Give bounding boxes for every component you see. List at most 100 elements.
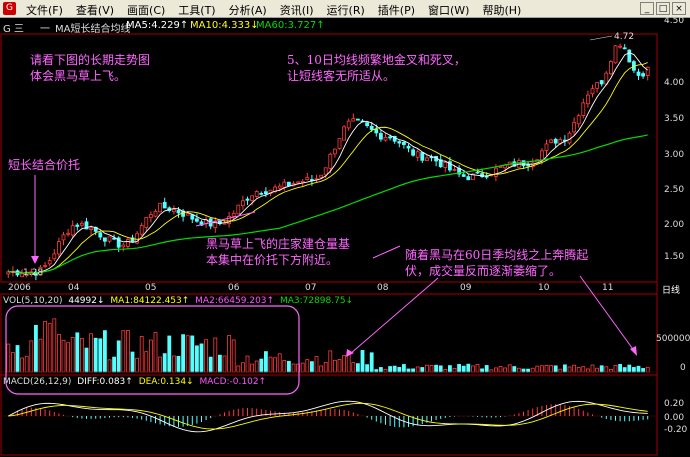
volume-bar bbox=[461, 365, 466, 373]
volume-bar bbox=[121, 330, 126, 373]
candle-body bbox=[121, 244, 126, 248]
volume-indicator-name[interactable]: VOL(5,10,20) bbox=[3, 296, 62, 306]
volume-bar bbox=[24, 355, 29, 373]
volume-bar bbox=[544, 364, 549, 373]
volume-bar bbox=[457, 364, 462, 373]
candle-body bbox=[190, 214, 195, 220]
volume-bar bbox=[194, 345, 199, 373]
candle-body bbox=[61, 234, 66, 241]
candle-body bbox=[595, 82, 599, 89]
candle-body bbox=[158, 202, 163, 213]
candle-body bbox=[411, 149, 416, 156]
volume-bar bbox=[66, 342, 70, 373]
candle-body bbox=[47, 260, 52, 265]
volume-bar bbox=[604, 366, 609, 373]
candle-body bbox=[540, 150, 544, 161]
volume-bar bbox=[34, 324, 38, 373]
volume-header: VOL(5,10,20) 44992↓ MA1:84122.453↑ MA2:6… bbox=[3, 296, 356, 306]
annotation-price-support: 短长结合价托 bbox=[8, 157, 80, 173]
macd-indicator-name[interactable]: MACD(26,12,9) bbox=[3, 377, 71, 387]
volume-bar bbox=[484, 365, 489, 373]
annotation-line: 黑马草上飞的庄家建仓量基 bbox=[206, 237, 351, 251]
candle-body bbox=[443, 162, 448, 168]
annotation-line: 5、10日均线频繁地金叉和死叉， bbox=[287, 53, 466, 67]
annotation-ma-cross: 5、10日均线频繁地金叉和死叉， 让短线客无所适从。 bbox=[287, 52, 466, 84]
volume-bar bbox=[572, 364, 576, 373]
macd-tick-label: -0.20 bbox=[664, 425, 688, 435]
candle-body bbox=[618, 45, 622, 48]
volume-bar bbox=[309, 361, 314, 373]
volume-bar bbox=[627, 364, 632, 373]
volume-bar bbox=[424, 364, 429, 373]
candle-body bbox=[148, 214, 153, 218]
volume-bar bbox=[369, 352, 374, 373]
volume-bar bbox=[217, 354, 222, 373]
volume-bar bbox=[517, 367, 521, 373]
volume-bar bbox=[549, 365, 553, 373]
candle-body bbox=[346, 120, 351, 129]
volume-bar bbox=[263, 351, 268, 373]
volume-bar bbox=[337, 359, 342, 373]
volume-bar bbox=[314, 356, 319, 373]
date-label: 10 bbox=[538, 283, 550, 293]
volume-bar bbox=[581, 366, 586, 373]
candle-body bbox=[282, 181, 287, 188]
volume-bar bbox=[139, 336, 144, 373]
annotation-line: 体会黑马草上飞。 bbox=[30, 69, 127, 83]
annotation-line: 请看下图的长期走势图 bbox=[30, 53, 151, 67]
volume-bar bbox=[397, 367, 402, 373]
candle-body bbox=[576, 115, 581, 125]
volume-bar bbox=[622, 367, 627, 373]
candle-body bbox=[139, 225, 144, 235]
volume-bar bbox=[599, 365, 604, 373]
volume-bar bbox=[323, 361, 328, 373]
volume-bar bbox=[291, 363, 296, 373]
candle-body bbox=[153, 210, 158, 217]
candle-body bbox=[641, 73, 645, 77]
volume-bar bbox=[342, 355, 347, 373]
candle-body bbox=[323, 167, 328, 176]
volume-bar bbox=[609, 369, 613, 373]
candle-body bbox=[378, 133, 383, 140]
volume-bar bbox=[590, 364, 595, 373]
volume-bar bbox=[185, 335, 190, 373]
price-tick-label: 1.50 bbox=[664, 252, 685, 262]
candle-body bbox=[572, 122, 576, 133]
volume-bar bbox=[447, 365, 452, 373]
candle-body bbox=[521, 160, 526, 167]
high-marker bbox=[589, 35, 613, 41]
volume-bar bbox=[52, 318, 57, 373]
candle-body bbox=[369, 125, 374, 130]
volume-bar bbox=[259, 358, 264, 373]
candle-body bbox=[374, 129, 379, 134]
candle-body bbox=[466, 176, 471, 181]
macd-header: MACD(26,12,9) DIFF:0.083↑ DEA:0.134↓ MAC… bbox=[3, 377, 269, 387]
candle-body bbox=[57, 241, 61, 255]
volume-bar bbox=[365, 364, 370, 373]
candle-body bbox=[240, 200, 245, 207]
volume-bar bbox=[641, 368, 645, 373]
period-selector[interactable]: 日线 bbox=[662, 283, 680, 296]
candle-body bbox=[613, 45, 618, 64]
candle-body bbox=[452, 169, 457, 171]
volume-bar bbox=[489, 369, 494, 373]
annotation-volume-shrink: 随着黑马在60日季均线之上奔腾起 伏，成交量反而逐渐萎缩了。 bbox=[405, 247, 588, 279]
accum-arrow-2 bbox=[372, 245, 401, 259]
volume-bar bbox=[70, 337, 75, 373]
volume-bar bbox=[452, 367, 457, 373]
volume-bar bbox=[498, 366, 503, 373]
volume-bar bbox=[420, 367, 425, 373]
volume-bar bbox=[401, 364, 406, 373]
candle-body bbox=[254, 191, 259, 197]
volume-ma2: MA2:66459.203↑ bbox=[195, 296, 275, 306]
candle-body bbox=[351, 118, 356, 122]
candle-body bbox=[162, 201, 167, 209]
candle-body bbox=[406, 145, 411, 149]
candle-body bbox=[342, 126, 347, 141]
volume-bar bbox=[475, 364, 480, 373]
volume-bar bbox=[162, 353, 167, 373]
price-tick-label: 2.00 bbox=[664, 220, 685, 230]
candle-body bbox=[401, 141, 406, 145]
candle-body bbox=[185, 213, 190, 216]
candle-body bbox=[365, 122, 370, 126]
